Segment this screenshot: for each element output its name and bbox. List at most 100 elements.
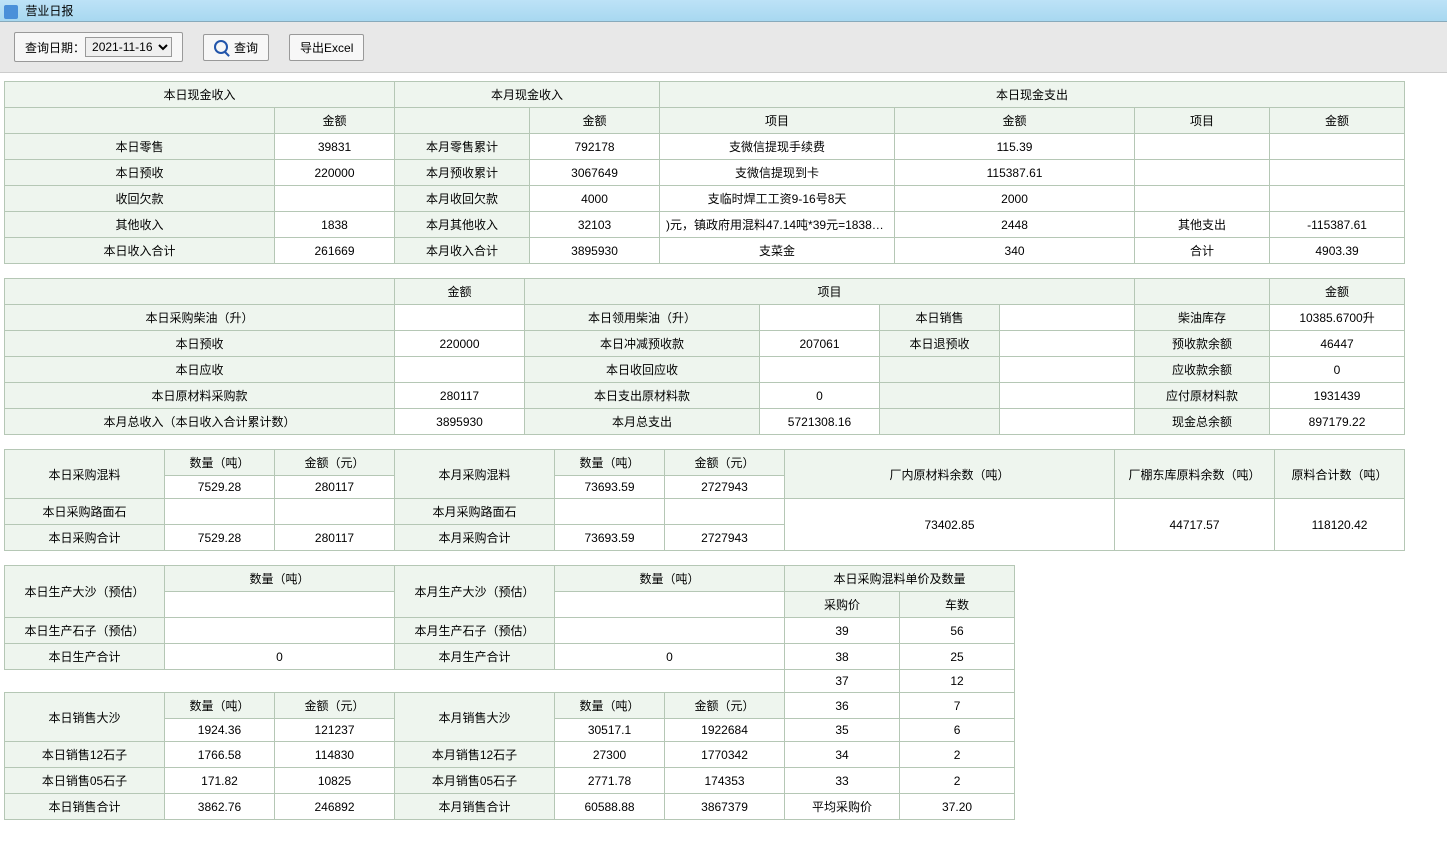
hdr-qty: 数量（吨） <box>555 450 665 476</box>
cell: 应收款余额 <box>1135 357 1270 383</box>
cell: 本日预收 <box>5 331 395 357</box>
hdr-qty: 数量（吨） <box>165 693 275 719</box>
cell: 3895930 <box>395 409 525 435</box>
title-bar: 营业日报 <box>0 0 1447 22</box>
purchase-table: 本日采购混料数量（吨）金额（元）本月采购混料数量（吨）金额（元）厂内原材料余数（… <box>4 449 1405 551</box>
cell: 本日收入合计 <box>5 238 275 264</box>
hdr-amount: 金额 <box>395 279 525 305</box>
cell: 本日销售05石子 <box>5 768 165 794</box>
cell <box>760 305 880 331</box>
cell <box>1000 409 1135 435</box>
cell: 本日应收 <box>5 357 395 383</box>
cell: 35 <box>785 719 900 742</box>
cell: 2727943 <box>665 525 785 551</box>
cell: 897179.22 <box>1270 409 1405 435</box>
cell: 本日采购路面石 <box>5 499 165 525</box>
cell: 3067649 <box>530 160 660 186</box>
cell <box>1135 186 1270 212</box>
cell: 现金总余额 <box>1135 409 1270 435</box>
cell <box>395 108 530 134</box>
hdr-qty: 数量（吨） <box>555 566 785 592</box>
cell: 2 <box>900 742 1015 768</box>
cell: 4000 <box>530 186 660 212</box>
cell <box>275 499 395 525</box>
hdr-amount: 金额 <box>1270 108 1405 134</box>
cell: 2000 <box>895 186 1135 212</box>
cell: 3862.76 <box>165 794 275 820</box>
cell: 39 <box>785 618 900 644</box>
cell <box>1270 186 1405 212</box>
cell: 其他支出 <box>1135 212 1270 238</box>
cell <box>1270 134 1405 160</box>
cell: 46447 <box>1270 331 1405 357</box>
cell: 261669 <box>275 238 395 264</box>
cell: 本日收回应收 <box>525 357 760 383</box>
cell: 38 <box>785 644 900 670</box>
cell <box>1000 331 1135 357</box>
export-label: 导出Excel <box>300 39 353 56</box>
cell: 本日领用柴油（升） <box>525 305 760 331</box>
hdr-price: 本日采购混料单价及数量 <box>785 566 1015 592</box>
cell <box>275 186 395 212</box>
cell: 246892 <box>275 794 395 820</box>
cell: 27300 <box>555 742 665 768</box>
cell: 37 <box>785 670 900 693</box>
hdr-month-in: 本月现金收入 <box>395 82 660 108</box>
export-button[interactable]: 导出Excel <box>289 34 364 61</box>
spacer <box>5 670 785 693</box>
cell: 本日采购柴油（升） <box>5 305 395 331</box>
cell: 220000 <box>275 160 395 186</box>
cell: 1770342 <box>665 742 785 768</box>
cell: 0 <box>165 644 395 670</box>
cash-table: 本日现金收入本月现金收入本日现金支出 金额金额项目金额项目金额 本日零售3983… <box>4 81 1405 264</box>
hdr-amt: 金额（元） <box>665 450 785 476</box>
cell: 预收款余额 <box>1135 331 1270 357</box>
cell: 本日采购混料 <box>5 450 165 499</box>
cell: 114830 <box>275 742 395 768</box>
cell: 30517.1 <box>555 719 665 742</box>
cell: 0 <box>760 383 880 409</box>
cell: 1931439 <box>1270 383 1405 409</box>
cell <box>880 409 1000 435</box>
cell <box>165 618 395 644</box>
cell <box>880 357 1000 383</box>
cell: 220000 <box>395 331 525 357</box>
cell: 支微信提现到卡 <box>660 160 895 186</box>
cell: 0 <box>1270 357 1405 383</box>
cell: 本日生产大沙（预估） <box>5 566 165 618</box>
cell: 12 <box>900 670 1015 693</box>
cell: 本月销售大沙 <box>395 693 555 742</box>
cell: 本月销售12石子 <box>395 742 555 768</box>
cell: 本月采购混料 <box>395 450 555 499</box>
cell: 4903.39 <box>1270 238 1405 264</box>
cell: 本日销售合计 <box>5 794 165 820</box>
hdr-amount: 金额 <box>895 108 1135 134</box>
cell: 3895930 <box>530 238 660 264</box>
cell <box>5 108 275 134</box>
hdr-amt: 金额（元） <box>665 693 785 719</box>
cell: 本月采购路面石 <box>395 499 555 525</box>
query-label: 查询 <box>234 39 258 56</box>
date-select[interactable]: 2021-11-16 <box>85 37 172 57</box>
hdr-project: 项目 <box>1135 108 1270 134</box>
cell: 174353 <box>665 768 785 794</box>
cell: 本日销售 <box>880 305 1000 331</box>
cell: 本日生产石子（预估） <box>5 618 165 644</box>
hdr-cars: 车数 <box>900 592 1015 618</box>
cell <box>1270 160 1405 186</box>
cell: 36 <box>785 693 900 719</box>
cell: 本月总支出 <box>525 409 760 435</box>
cell <box>1135 134 1270 160</box>
cell: 340 <box>895 238 1135 264</box>
cell: 本月销售05石子 <box>395 768 555 794</box>
cell: 118120.42 <box>1275 499 1405 551</box>
cell: 支微信提现手续费 <box>660 134 895 160</box>
hdr-today-in: 本日现金收入 <box>5 82 395 108</box>
query-button[interactable]: 查询 <box>203 34 269 61</box>
cell: 本日零售 <box>5 134 275 160</box>
cell: 56 <box>900 618 1015 644</box>
cell: 合计 <box>1135 238 1270 264</box>
cell <box>1000 383 1135 409</box>
cell: 121237 <box>275 719 395 742</box>
report-content: 本日现金收入本月现金收入本日现金支出 金额金额项目金额项目金额 本日零售3983… <box>0 73 1447 854</box>
